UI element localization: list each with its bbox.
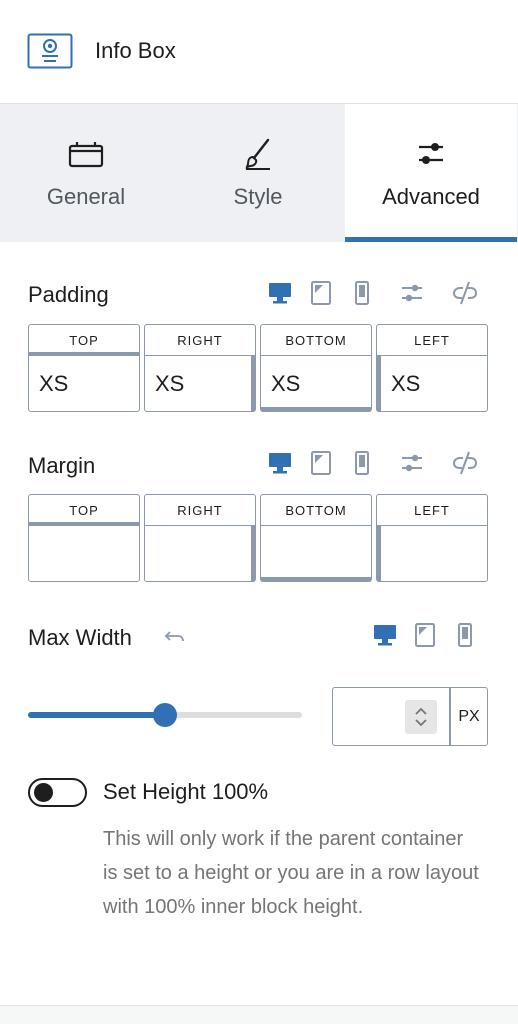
padding-top-input[interactable]: XS xyxy=(29,356,139,411)
settings-tabs: General Style Advanced xyxy=(0,104,518,242)
padding-left-label: LEFT xyxy=(377,325,487,356)
margin-top-input[interactable] xyxy=(29,526,139,581)
margin-right-input[interactable] xyxy=(145,526,255,581)
margin-bottom-box: BOTTOM xyxy=(260,494,372,582)
margin-bottom-label: BOTTOM xyxy=(261,495,371,526)
unit-selector-button[interactable]: PX xyxy=(450,687,488,746)
padding-left-box: LEFT XS xyxy=(376,324,488,412)
mobile-icon[interactable] xyxy=(348,279,376,307)
desktop-icon[interactable] xyxy=(371,621,399,649)
margin-left-label: LEFT xyxy=(377,495,487,526)
tab-advanced[interactable]: Advanced xyxy=(345,104,517,242)
block-title: Info Box xyxy=(95,38,176,63)
unlink-icon[interactable] xyxy=(451,449,479,477)
mobile-icon[interactable] xyxy=(348,449,376,477)
margin-left-input[interactable] xyxy=(377,526,487,581)
padding-device-switcher xyxy=(266,279,482,307)
max-width-label: Max Width xyxy=(28,625,132,650)
number-spinner[interactable] xyxy=(405,700,437,734)
margin-right-box: RIGHT xyxy=(144,494,256,582)
custom-settings-icon[interactable] xyxy=(398,449,426,477)
padding-bottom-input[interactable]: XS xyxy=(261,356,371,411)
tablet-icon[interactable] xyxy=(307,279,335,307)
custom-settings-icon[interactable] xyxy=(398,279,426,307)
tablet-icon[interactable] xyxy=(307,449,335,477)
tab-style[interactable]: Style xyxy=(172,104,344,242)
max-width-input[interactable] xyxy=(332,687,450,746)
tab-general-label: General xyxy=(46,184,126,209)
padding-bottom-label: BOTTOM xyxy=(261,325,371,356)
margin-device-switcher xyxy=(266,449,482,477)
tablet-icon[interactable] xyxy=(411,621,439,649)
block-header: Info Box xyxy=(0,0,518,104)
margin-top-label: TOP xyxy=(29,495,139,526)
padding-right-input[interactable]: XS xyxy=(145,356,255,411)
set-height-toggle[interactable] xyxy=(28,778,87,807)
next-panel-divider xyxy=(0,1005,518,1024)
margin-top-box: TOP xyxy=(28,494,140,582)
briefcase-icon xyxy=(68,142,104,168)
tab-style-label: Style xyxy=(233,184,283,209)
mobile-icon[interactable] xyxy=(451,621,479,649)
chevron-up-down-icon xyxy=(415,707,427,727)
margin-bottom-input[interactable] xyxy=(261,526,371,581)
set-height-label: Set Height 100% xyxy=(103,779,269,804)
max-width-device-switcher xyxy=(371,621,481,649)
margin-left-box: LEFT xyxy=(376,494,488,582)
padding-label: Padding xyxy=(28,282,109,307)
reset-icon[interactable] xyxy=(164,626,186,646)
info-box-block-icon xyxy=(27,33,73,69)
desktop-icon[interactable] xyxy=(266,279,294,307)
margin-inputs: TOP RIGHT BOTTOM LEFT xyxy=(28,494,488,582)
max-width-slider-fill xyxy=(28,712,165,718)
padding-top-label: TOP xyxy=(29,325,139,356)
max-width-slider-thumb[interactable] xyxy=(153,703,177,727)
tab-general[interactable]: General xyxy=(0,104,172,242)
tab-advanced-label: Advanced xyxy=(382,184,480,209)
padding-right-box: RIGHT XS xyxy=(144,324,256,412)
set-height-help-text: This will only work if the parent contai… xyxy=(103,828,479,918)
padding-inputs: TOP XS RIGHT XS BOTTOM XS LEFT XS xyxy=(28,324,488,412)
padding-left-input[interactable]: XS xyxy=(377,356,487,411)
margin-label: Margin xyxy=(28,453,96,478)
paint-brush-icon xyxy=(245,138,270,170)
toggle-knob xyxy=(34,783,53,802)
sliders-icon xyxy=(419,143,443,164)
margin-right-label: RIGHT xyxy=(145,495,255,526)
padding-bottom-box: BOTTOM XS xyxy=(260,324,372,412)
padding-top-box: TOP XS xyxy=(28,324,140,412)
unlink-icon[interactable] xyxy=(451,279,479,307)
padding-right-label: RIGHT xyxy=(145,325,255,356)
desktop-icon[interactable] xyxy=(266,449,294,477)
